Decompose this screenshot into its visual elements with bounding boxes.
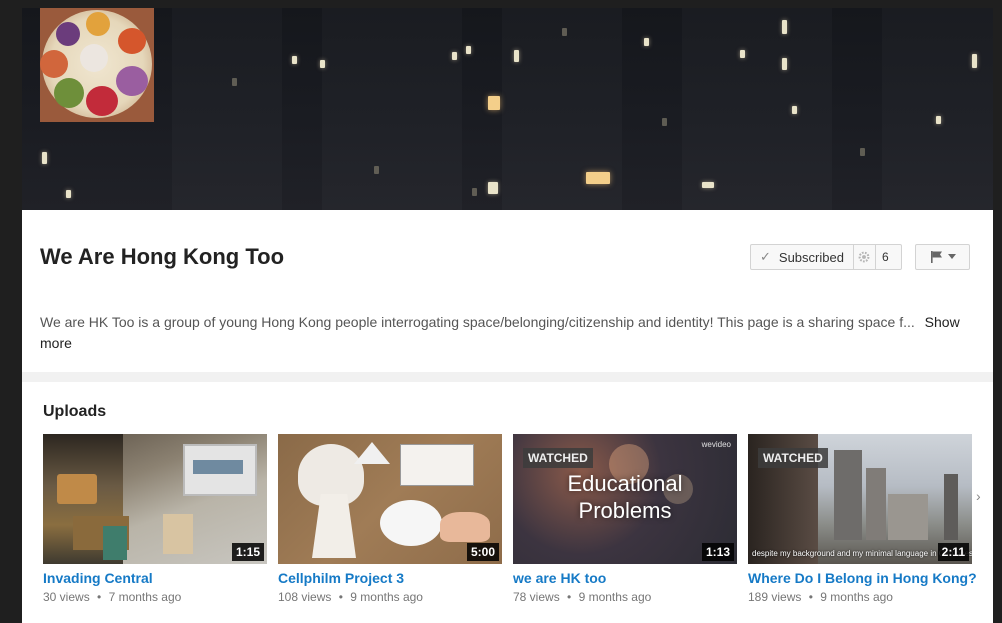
description-text: We are HK Too is a group of young Hong K… (40, 314, 915, 330)
thumbnail-overlay-text: Educational Problems (567, 471, 683, 523)
flag-icon (930, 251, 942, 263)
channel-title[interactable]: We Are Hong Kong Too (40, 244, 284, 270)
view-count: 189 views (748, 590, 802, 604)
video-title[interactable]: Invading Central (43, 570, 267, 586)
video-thumbnail[interactable]: 5:00 (278, 434, 502, 564)
video-title[interactable]: we are HK too (513, 570, 737, 586)
video-card[interactable]: wevideo WATCHED Educational Problems 1:1… (513, 434, 737, 604)
video-thumbnail[interactable]: wevideo WATCHED Educational Problems 1:1… (513, 434, 737, 564)
subscribe-label: Subscribed (778, 249, 844, 265)
video-card[interactable]: WATCHED despite my background and my min… (748, 434, 977, 604)
view-count: 78 views (513, 590, 560, 604)
view-count: 30 views (43, 590, 90, 604)
uploads-section: Uploads 1:15 Invading Central 30 views •… (22, 382, 993, 623)
chevron-down-icon (947, 254, 956, 259)
channel-avatar[interactable] (40, 8, 154, 122)
channel-description: We are HK Too is a group of young Hong K… (40, 312, 960, 354)
video-duration: 1:13 (701, 543, 734, 561)
video-duration: 2:11 (937, 543, 969, 561)
video-card[interactable]: 5:00 Cellphilm Project 3 108 views • 9 m… (278, 434, 502, 604)
channel-header: We Are Hong Kong Too ✓ Subscribed 6 We a… (22, 210, 993, 372)
channel-banner (22, 8, 993, 210)
video-title[interactable]: Cellphilm Project 3 (278, 570, 502, 586)
video-duration: 1:15 (231, 543, 264, 561)
chevron-right-icon[interactable]: › (976, 488, 981, 504)
subscribed-button[interactable]: ✓ Subscribed 6 (750, 244, 902, 270)
video-thumbnail[interactable]: 1:15 (43, 434, 267, 564)
video-duration: 5:00 (466, 543, 499, 561)
video-brand: wevideo (701, 440, 731, 449)
video-meta: 30 views • 7 months ago (43, 590, 182, 604)
video-meta: 78 views • 9 months ago (513, 590, 652, 604)
upload-age: 9 months ago (820, 590, 893, 604)
subscriber-count: 6 (881, 250, 889, 264)
gear-icon[interactable] (857, 250, 871, 264)
view-count: 108 views (278, 590, 332, 604)
flag-button[interactable] (915, 244, 970, 270)
video-meta: 108 views • 9 months ago (278, 590, 423, 604)
video-card[interactable]: 1:15 Invading Central 30 views • 7 month… (43, 434, 267, 604)
watched-badge: WATCHED (523, 448, 593, 468)
channel-page: We Are Hong Kong Too ✓ Subscribed 6 We a… (22, 8, 993, 623)
video-meta: 189 views • 9 months ago (748, 590, 893, 604)
upload-age: 9 months ago (578, 590, 652, 604)
check-icon: ✓ (760, 249, 771, 264)
uploads-title[interactable]: Uploads (43, 403, 106, 421)
video-thumbnail[interactable]: WATCHED despite my background and my min… (748, 434, 972, 564)
upload-age: 7 months ago (108, 590, 182, 604)
watched-badge: WATCHED (758, 448, 828, 468)
upload-age: 9 months ago (350, 590, 423, 604)
video-title[interactable]: Where Do I Belong in Hong Kong? (748, 570, 977, 586)
